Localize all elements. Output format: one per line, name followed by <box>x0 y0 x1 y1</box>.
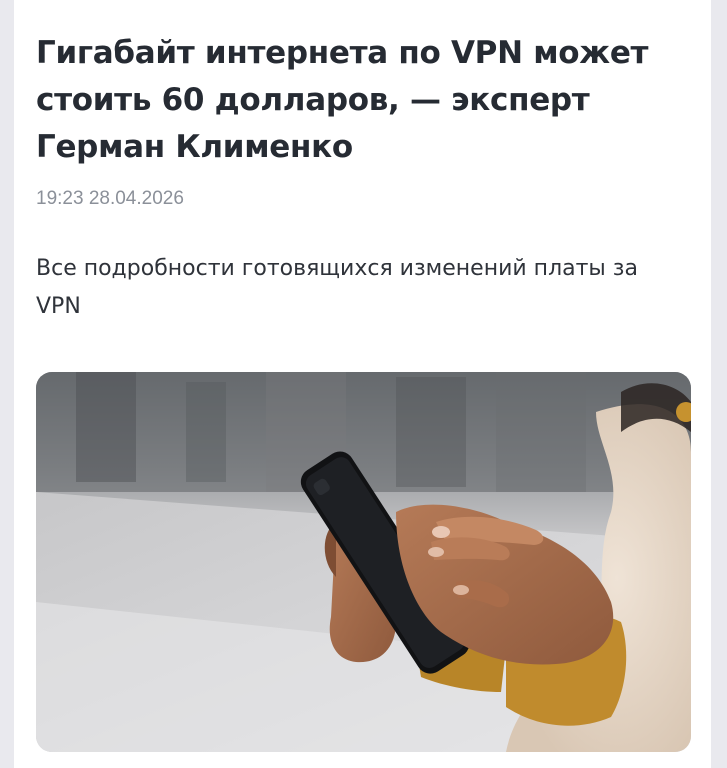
article-photo[interactable] <box>36 372 691 752</box>
article-lead: Все подробности готовящихся изменений пл… <box>36 256 638 319</box>
person-holding-smartphone-image <box>36 372 691 752</box>
article-card: Гигабайт интернета по VPN может стоить 6… <box>14 0 711 768</box>
article-timestamp: 19:23 28.04.2026 <box>36 188 184 209</box>
article-headline: Гигабайт интернета по VPN может стоить 6… <box>36 35 649 165</box>
